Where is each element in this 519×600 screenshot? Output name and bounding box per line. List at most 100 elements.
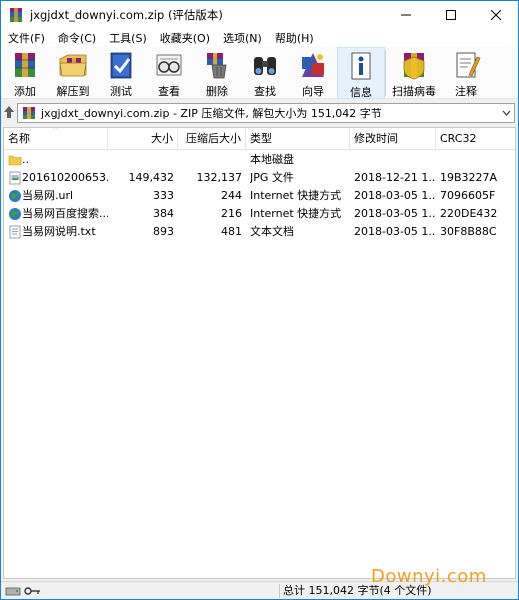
column-crc32[interactable]: CRC32 — [436, 128, 515, 150]
title-bar[interactable]: jxgjdxt_downyi.com.zip (评估版本) — [1, 1, 518, 29]
file-crc32 — [440, 151, 515, 169]
path-combobox[interactable]: jxgjdxt_downyi.com.zip - ZIP 压缩文件, 解包大小为… — [17, 103, 515, 123]
column-packed-size[interactable]: 压缩后大小 — [178, 128, 246, 150]
info-label: 信息 — [350, 86, 372, 99]
file-crc32: 7096605F — [440, 189, 496, 202]
column-modified[interactable]: 修改时间 — [350, 128, 436, 150]
chevron-down-icon[interactable] — [502, 108, 511, 121]
file-packed-size: 216 — [221, 207, 242, 220]
window-controls — [383, 1, 518, 29]
more-tools-button[interactable] — [490, 47, 504, 99]
file-modified: 2018-12-21 1... — [354, 171, 436, 184]
file-name: 当易网.url — [22, 189, 74, 202]
add-label: 添加 — [14, 85, 36, 98]
table-row[interactable]: 201610200653... 149,432 132,137 JPG 文件 2… — [4, 169, 515, 187]
file-crc32: 220DE432 — [440, 207, 498, 220]
column-type[interactable]: 类型 — [246, 128, 350, 150]
find-button[interactable]: 查找 — [241, 47, 289, 99]
file-size: 384 — [153, 207, 174, 220]
window-title: jxgjdxt_downyi.com.zip (评估版本) — [30, 8, 223, 22]
add-button[interactable]: 添加 — [1, 47, 49, 99]
view-label: 查看 — [158, 85, 180, 98]
view-icon — [152, 49, 186, 81]
table-row[interactable]: 当易网.url 333 244 Internet 快捷方式 2018-03-05… — [4, 187, 515, 205]
file-crc32: 19B3227A — [440, 171, 498, 184]
internet-shortcut-icon — [8, 189, 22, 203]
table-row[interactable]: 当易网百度搜索... 384 216 Internet 快捷方式 2018-03… — [4, 205, 515, 223]
text-file-icon — [8, 225, 22, 239]
delete-label: 删除 — [206, 85, 228, 98]
up-folder-button[interactable] — [3, 104, 15, 120]
test-label: 测试 — [110, 85, 132, 98]
address-bar: jxgjdxt_downyi.com.zip - ZIP 压缩文件, 解包大小为… — [1, 100, 518, 126]
file-type: Internet 快捷方式 — [250, 207, 342, 220]
test-icon — [104, 49, 138, 81]
internet-shortcut-icon — [8, 207, 22, 221]
file-modified: 2018-03-05 1... — [354, 207, 436, 220]
column-size[interactable]: 大小 — [108, 128, 178, 150]
view-button[interactable]: 查看 — [145, 47, 193, 99]
maximize-button[interactable] — [428, 1, 473, 29]
file-packed-size: 132,137 — [196, 171, 243, 184]
file-size — [108, 151, 174, 169]
file-packed-size: 481 — [221, 225, 242, 238]
folder-icon — [8, 153, 22, 167]
file-modified: 2018-03-05 1... — [354, 189, 436, 202]
file-modified: 2018-03-05 1... — [354, 225, 436, 238]
menu-help[interactable]: 帮助(H) — [268, 30, 320, 46]
menu-commands[interactable]: 命令(C) — [51, 30, 102, 46]
menu-tools[interactable]: 工具(S) — [102, 30, 153, 46]
file-size: 149,432 — [128, 171, 175, 184]
winrar-window: jxgjdxt_downyi.com.zip (评估版本) 文件(F) 命令(C… — [0, 0, 519, 600]
minimize-icon — [400, 14, 411, 16]
list-header: ^ 名称 大小 压缩后大小 类型 修改时间 CRC32 — [4, 128, 515, 150]
file-modified — [354, 151, 436, 169]
image-file-icon — [8, 171, 22, 185]
sort-ascending-icon: ^ — [52, 127, 59, 134]
extract-to-icon — [56, 49, 90, 81]
file-packed-size: 244 — [221, 189, 242, 202]
path-text: jxgjdxt_downyi.com.zip - ZIP 压缩文件, 解包大小为… — [41, 107, 382, 120]
find-icon — [248, 49, 282, 81]
file-type: 文本文档 — [250, 225, 294, 238]
menu-favorites[interactable]: 收藏夹(O) — [153, 30, 216, 46]
comment-icon — [449, 49, 483, 81]
file-size: 333 — [153, 189, 174, 202]
file-type: 本地磁盘 — [250, 153, 294, 166]
virus-scan-button[interactable]: 扫描病毒 — [386, 47, 442, 99]
maximize-icon — [445, 10, 456, 20]
add-archive-icon — [8, 49, 42, 81]
delete-button[interactable]: 删除 — [193, 47, 241, 99]
file-list[interactable]: ^ 名称 大小 压缩后大小 类型 修改时间 CRC32 .. 本地磁盘 2016… — [3, 127, 516, 579]
key-icon[interactable] — [24, 585, 42, 599]
table-row[interactable]: .. 本地磁盘 — [4, 151, 515, 169]
file-name: 当易网说明.txt — [22, 225, 96, 238]
file-name: 201610200653... — [22, 171, 108, 184]
wizard-button[interactable]: 向导 — [289, 47, 337, 99]
wizard-icon — [296, 49, 330, 81]
extract-to-label: 解压到 — [56, 85, 90, 98]
table-row[interactable]: 当易网说明.txt 893 481 文本文档 2018-03-05 1... 3… — [4, 223, 515, 241]
wizard-label: 向导 — [302, 85, 324, 98]
info-button[interactable]: 信息 — [337, 47, 385, 99]
file-type: Internet 快捷方式 — [250, 189, 342, 202]
archive-icon — [22, 106, 36, 120]
close-icon — [490, 10, 501, 20]
column-name[interactable]: ^ 名称 — [4, 128, 108, 150]
virus-scan-icon — [397, 49, 431, 81]
menu-options[interactable]: 选项(N) — [216, 30, 268, 46]
drive-icon[interactable] — [5, 585, 21, 599]
overflow-icon — [490, 49, 504, 81]
file-name: 当易网百度搜索... — [22, 207, 108, 220]
file-size: 893 — [153, 225, 174, 238]
close-button[interactable] — [473, 1, 518, 29]
comment-button[interactable]: 注释 — [442, 47, 490, 99]
extract-to-button[interactable]: 解压到 — [49, 47, 97, 99]
delete-icon — [200, 49, 234, 81]
file-crc32: 30F8B88C — [440, 225, 497, 238]
file-packed-size — [178, 151, 242, 169]
minimize-button[interactable] — [383, 1, 428, 29]
status-divider — [279, 584, 280, 598]
test-button[interactable]: 测试 — [97, 47, 145, 99]
menu-file[interactable]: 文件(F) — [1, 30, 51, 46]
